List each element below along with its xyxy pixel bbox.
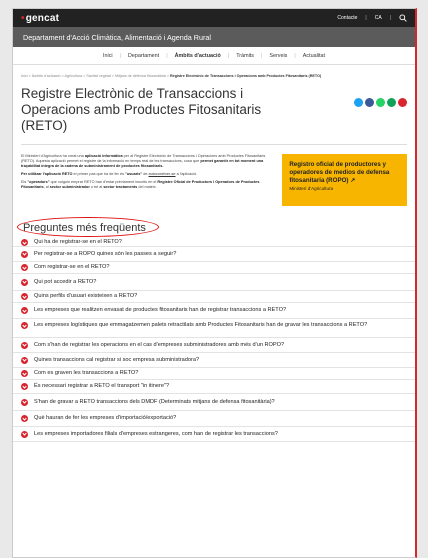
faq-question: Què hauran de fer les empreses d'importa… bbox=[34, 415, 177, 421]
faq-question: Com registrar-se en el RETO? bbox=[34, 264, 110, 270]
nav-actualitat[interactable]: Actualitat bbox=[303, 53, 325, 59]
gencat-logo[interactable]: •gencat bbox=[21, 13, 59, 24]
gencat-top-bar: •gencat Contacte | CA | bbox=[13, 9, 415, 27]
faq-item[interactable]: Per registrar-se a ROPO quines són les p… bbox=[13, 247, 415, 262]
ropo-callout[interactable]: Registro oficial de productores y operad… bbox=[282, 154, 407, 206]
faq-question: Quins perfils d'usuari existeixen a RETO… bbox=[34, 293, 138, 299]
language-selector[interactable]: CA bbox=[375, 15, 382, 21]
faq-item[interactable]: Com registrar-se en el RETO? bbox=[13, 262, 415, 274]
page-title: Registre Electrònic de Transaccions i Op… bbox=[21, 86, 262, 133]
chevron-down-icon[interactable] bbox=[21, 356, 28, 364]
faq-question: S'han de gravar a RETO transaccions dels… bbox=[34, 398, 275, 405]
chevron-down-icon[interactable] bbox=[21, 415, 28, 422]
faq-question: Qui ha de registrar-se en el RETO? bbox=[34, 239, 122, 245]
email-icon[interactable] bbox=[398, 98, 407, 107]
main-nav: Inici | Departament | Àmbits d'actuació … bbox=[13, 47, 415, 65]
nav-serveis[interactable]: Serveis bbox=[269, 53, 287, 59]
faq-item[interactable]: Quines transaccions cal registrar si soc… bbox=[13, 353, 415, 368]
chevron-down-icon[interactable] bbox=[21, 322, 28, 329]
share-icon[interactable] bbox=[387, 98, 396, 107]
faq-item[interactable]: Les empreses que realitzen envasat de pr… bbox=[13, 303, 415, 319]
faq-list: Qui ha de registrar-se en el RETO? Per re… bbox=[13, 238, 415, 442]
nav-tramits[interactable]: Tràmits bbox=[236, 53, 254, 59]
faq-item[interactable]: Quins perfils d'usuari existeixen a RETO… bbox=[13, 291, 415, 303]
ropo-callout-source: Ministeri d'Agricultura bbox=[289, 186, 334, 191]
chevron-down-icon[interactable] bbox=[21, 430, 28, 438]
chevron-down-icon[interactable] bbox=[21, 341, 28, 349]
chevron-down-icon[interactable] bbox=[21, 370, 28, 377]
faq-question: Les empreses logístiques que emmagatzeme… bbox=[34, 322, 368, 328]
chevron-down-icon[interactable] bbox=[21, 239, 28, 246]
faq-item[interactable]: Les empreses importadores filials d'empr… bbox=[13, 427, 415, 442]
faq-item[interactable]: És necessari registrar a RETO el transpo… bbox=[13, 380, 415, 394]
faq-item[interactable]: Les empreses logístiques que emmagatzeme… bbox=[13, 319, 415, 338]
faq-item[interactable]: Com es graven les transaccions a RETO? bbox=[13, 368, 415, 380]
contact-link[interactable]: Contacte bbox=[337, 15, 357, 21]
chevron-down-icon[interactable] bbox=[21, 398, 28, 406]
nav-departament[interactable]: Departament bbox=[128, 53, 159, 59]
chevron-down-icon[interactable] bbox=[21, 264, 28, 271]
intro-text: El Ministeri d'Agricultura ha creat una … bbox=[21, 154, 266, 190]
faq-question: Per registrar-se a ROPO quines són les p… bbox=[34, 250, 177, 257]
faq-item[interactable]: S'han de gravar a RETO transaccions dels… bbox=[13, 394, 415, 411]
chevron-down-icon[interactable] bbox=[21, 278, 28, 286]
breadcrumb-current: Registre Electrònic de Transaccions i Op… bbox=[170, 74, 322, 78]
nav-inici[interactable]: Inici bbox=[103, 53, 113, 59]
twitter-icon[interactable] bbox=[354, 98, 363, 107]
whatsapp-icon[interactable] bbox=[376, 98, 385, 107]
nav-ambits-actuacio[interactable]: Àmbits d'actuació bbox=[175, 53, 221, 59]
faq-item[interactable]: Qui pot accedir a RETO? bbox=[13, 274, 415, 291]
chevron-down-icon[interactable] bbox=[21, 307, 28, 314]
facebook-icon[interactable] bbox=[365, 98, 374, 107]
external-link-icon: ↗ bbox=[350, 177, 356, 184]
faq-question: Qui pot accedir a RETO? bbox=[34, 278, 97, 285]
breadcrumb: Inici > Àmbits d'actuació > Agricultura … bbox=[13, 65, 415, 78]
chevron-down-icon[interactable] bbox=[21, 293, 28, 300]
faq-question: Quines transaccions cal registrar si soc… bbox=[34, 356, 200, 363]
faq-question: Les empreses que realitzen envasat de pr… bbox=[34, 307, 287, 313]
faq-item[interactable]: Qui ha de registrar-se en el RETO? bbox=[13, 238, 415, 247]
faq-question: És necessari registrar a RETO el transpo… bbox=[34, 383, 170, 389]
breadcrumb-path[interactable]: Inici > Àmbits d'actuació > Agricultura … bbox=[21, 74, 169, 78]
faq-question: Com s'han de registrar les operacions en… bbox=[34, 341, 285, 348]
faq-item[interactable]: Què hauran de fer les empreses d'importa… bbox=[13, 411, 415, 427]
faq-question: Com es graven les transaccions a RETO? bbox=[34, 370, 139, 376]
search-icon[interactable] bbox=[399, 14, 407, 22]
faq-question: Les empreses importadores filials d'empr… bbox=[34, 430, 278, 437]
social-share bbox=[354, 98, 407, 134]
faq-item[interactable]: Com s'han de registrar les operacions en… bbox=[13, 338, 415, 353]
department-bar[interactable]: Departament d'Acció Climàtica, Alimentac… bbox=[13, 27, 415, 47]
chevron-down-icon[interactable] bbox=[21, 383, 28, 390]
ropo-callout-title[interactable]: Registro oficial de productores y operad… bbox=[289, 161, 389, 184]
highlight-circle bbox=[17, 217, 159, 237]
browser-page: •gencat Contacte | CA | Departament d'Ac… bbox=[12, 8, 417, 558]
chevron-down-icon[interactable] bbox=[21, 250, 28, 258]
autoconeixer-link[interactable]: autoconèixer-se bbox=[149, 172, 176, 176]
